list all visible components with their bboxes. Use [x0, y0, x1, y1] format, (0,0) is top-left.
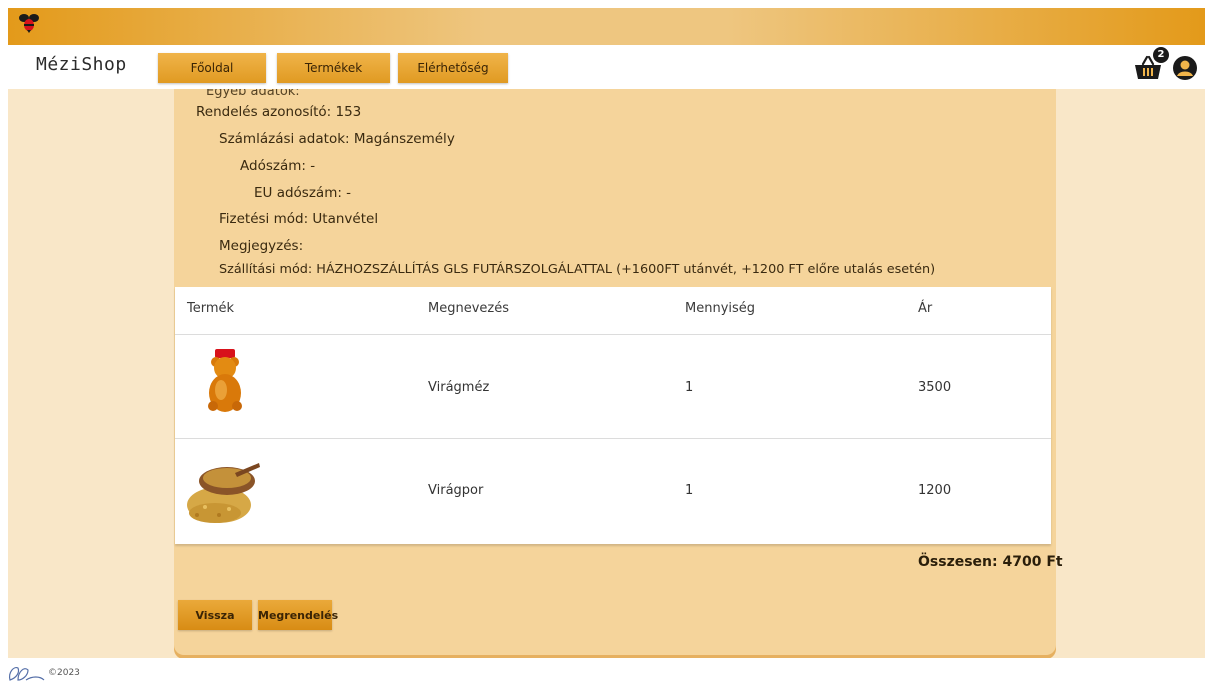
column-header-name: Megnevezés — [428, 301, 509, 316]
back-button[interactable]: Vissza — [178, 600, 252, 630]
table-row: Virágpor 1 1200 — [175, 438, 1051, 544]
cart-count-badge: 2 — [1153, 47, 1169, 63]
product-name: Virágpor — [428, 483, 484, 498]
nav-home-button[interactable]: Főoldal — [158, 53, 266, 83]
pollen-bowl-image — [187, 463, 260, 523]
product-price: 1200 — [918, 483, 952, 498]
product-quantity: 1 — [685, 483, 694, 498]
nav-contact-button[interactable]: Elérhetőség — [398, 53, 508, 83]
leaf-logo-icon — [9, 667, 45, 681]
place-order-button[interactable]: Megrendelés — [258, 600, 338, 630]
footer: ©2023 — [0, 658, 1205, 686]
brand-name[interactable]: MéziShop — [36, 54, 127, 75]
column-header-price: Ár — [918, 301, 933, 316]
payment-method: Fizetési mód: Utanvétel — [219, 211, 379, 227]
navbar: MéziShop Főoldal Termékek Elérhetőség 2 — [8, 45, 1205, 89]
column-header-quantity: Mennyiség — [685, 301, 756, 316]
top-banner — [8, 8, 1205, 45]
order-id: Rendelés azonosító: 153 — [196, 104, 362, 120]
user-account-icon[interactable] — [1172, 55, 1198, 81]
honey-bear-jar-image — [208, 349, 242, 412]
order-items-table: Termék Megnevezés Mennyiség Ár Virágméz … — [175, 287, 1051, 544]
bee-logo-icon[interactable] — [18, 12, 40, 34]
billing-info: Számlázási adatok: Magánszemély — [219, 131, 455, 147]
product-quantity: 1 — [685, 380, 694, 395]
product-name: Virágméz — [428, 380, 490, 395]
copyright: ©2023 — [48, 668, 80, 678]
order-total: Összesen: 4700 Ft — [918, 554, 1063, 570]
shipping-method: Szállítási mód: HÁZHOZSZÁLLÍTÁS GLS FUTÁ… — [219, 262, 936, 277]
nav-products-button[interactable]: Termékek — [277, 53, 390, 83]
eu-tax-number: EU adószám: - — [254, 185, 352, 201]
product-price: 3500 — [918, 380, 952, 395]
table-row: Virágméz 1 3500 — [175, 334, 1051, 438]
order-note: Megjegyzés: — [219, 238, 304, 254]
column-header-product: Termék — [187, 301, 235, 316]
tax-number: Adószám: - — [240, 158, 316, 174]
